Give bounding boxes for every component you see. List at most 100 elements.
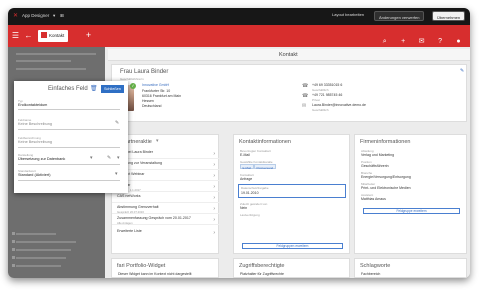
field-value[interactable]: Keine Beschreibung [18, 140, 52, 144]
chevron-right-icon: › [213, 230, 215, 236]
phone-business[interactable]: +49 69 33351015 6 [312, 83, 342, 87]
layout-edit-button[interactable]: Layout bearbeiten [332, 12, 364, 22]
contact-info-title: Kontaktinformationen [239, 139, 291, 145]
placeholder-line [16, 233, 56, 235]
check-badge-icon: ✓ [130, 83, 136, 89]
user-icon[interactable]: ● [453, 36, 464, 47]
access-text: Platzhalter für Zugriffsrechte [240, 272, 284, 276]
placeholder-line [16, 265, 61, 267]
inbox-icon[interactable]: ✉ [416, 36, 427, 47]
phone-business-label: Geschäftlich [312, 88, 329, 92]
field-label: Lastverfolgung [240, 213, 260, 217]
field-value: Nein [240, 206, 248, 210]
placeholder-line [16, 241, 76, 243]
chevron-right-icon: › [213, 195, 215, 201]
email-label: Geschäftlich [312, 108, 329, 112]
placeholder-line [16, 68, 86, 70]
add-tab-icon[interactable]: + [84, 31, 93, 40]
grid-icon[interactable]: ⊞ [60, 13, 64, 19]
list-bullet [12, 240, 15, 243]
expand-fieldgroups-button[interactable]: Feldgruppen erweitern [242, 243, 343, 249]
company-link[interactable]: Innovative GmbH [142, 83, 169, 87]
page-title-bar: Kontakt [108, 49, 470, 61]
expand-fieldgroup-button[interactable]: Feldgruppe erweitern [363, 208, 460, 214]
list-bullet [12, 256, 15, 259]
chevron-down-icon[interactable]: ▾ [115, 171, 118, 177]
apply-button[interactable]: Übernehmen [432, 11, 466, 21]
edit-icon[interactable]: ✎ [107, 155, 111, 161]
chevron-down-icon: ▾ [53, 13, 56, 18]
placeholder-line [16, 53, 96, 55]
list-item[interactable]: WebinarWebinar · 1.1.2017› [112, 182, 220, 192]
city: 60316 Frankfurt am Main [142, 94, 182, 98]
placeholder-line [16, 257, 66, 259]
back-arrow-icon[interactable]: ← [24, 31, 33, 40]
list-bullet [12, 232, 15, 235]
company-info-card: Firmeninformationen Abteilung Verlag und… [354, 134, 467, 254]
placeholder-line [16, 249, 71, 251]
channel-badge: E-Mail [240, 164, 254, 170]
chevron-down-icon[interactable]: ▾ [156, 138, 159, 144]
person-card: Frau Laura Binder Geschäftsführerin ✎ ✓ … [111, 64, 467, 122]
email[interactable]: Laura.Binder@innovative.demo.de [312, 103, 366, 107]
person-name: Frau Laura Binder [120, 69, 169, 75]
plus-icon[interactable]: + [398, 36, 409, 47]
field-value[interactable]: Keine Beschreibung [18, 122, 52, 126]
tab-kontakt[interactable]: Kontakt [38, 30, 69, 42]
field-value: 19.01.2010 [241, 191, 259, 195]
state: Hessen [142, 99, 154, 103]
popup-title: Einfaches Feld [48, 86, 88, 92]
phone-private[interactable]: +49 721 985745 46 [312, 93, 342, 97]
list-bullet [12, 248, 15, 251]
field-value: Matthias Amaus [361, 197, 386, 201]
list-item[interactable]: Konzept Webinar › [112, 171, 220, 181]
chevron-down-icon[interactable]: ▾ [90, 155, 93, 161]
chevron-right-icon: › [213, 162, 215, 168]
help-icon[interactable]: ? [435, 36, 446, 47]
tags-title: Schlagworte [360, 263, 391, 269]
list-item[interactable]: Einladung zur Veranstaltung › [112, 160, 220, 170]
phone-icon: ☎ [302, 83, 309, 89]
divider [18, 109, 120, 110]
list-item[interactable]: Anruf bei Laura Binder › [112, 149, 220, 159]
close-x-icon[interactable]: ✕ [13, 12, 18, 19]
portfolio-text: Dieser Widget kann im Kontext nicht darg… [118, 272, 192, 276]
company-info-title: Firmeninformationen [360, 139, 411, 145]
list-item[interactable]: Zusammenfassung Gespräch vom 20.01.2017 A… [112, 215, 220, 225]
field-value: Geschäftsführerin [361, 164, 389, 168]
tags-text: Fachbereich [361, 272, 381, 276]
field-value: Print- und Elektronische Medien [361, 186, 411, 190]
app-window: ✕ App Designer ▾ ⊞ Layout bearbeiten Änd… [8, 8, 470, 278]
search-icon[interactable]: ⌕ [379, 36, 390, 47]
chevron-right-icon: › [213, 151, 215, 157]
field-value: Energie/Versorgung/Entsorgung [361, 175, 411, 179]
menu-icon[interactable]: ☰ [11, 31, 20, 40]
edit-icon[interactable]: ✎ [115, 120, 119, 126]
trash-icon[interactable]: 🗑 [90, 85, 98, 92]
discard-changes-button[interactable]: Änderungen verwerfen [374, 11, 425, 21]
phone-icon: ☎ [302, 93, 309, 99]
field-properties-popup: Einfaches Feld 🗑 Schließen Typ Endkontak… [14, 81, 128, 193]
edit-icon[interactable]: ✎ [460, 68, 464, 74]
field-value[interactable]: Standard (Aktiviert) [18, 173, 51, 177]
portfolio-widget-card: fari Portfolio-Widget Dieser Widget kann… [111, 258, 219, 278]
access-title: Zugriffsberechtigte [239, 263, 285, 269]
country: Deutschland [142, 104, 162, 108]
list-item[interactable]: CAS netWorks › [112, 193, 220, 203]
contact-info-card: Kontaktinformationen Bevorzugter Kontakt… [233, 134, 350, 254]
list-item[interactable]: Abstimmung Grenzverhalt Gespräch 20.07.20… [112, 204, 220, 214]
list-item[interactable]: Erweiterte Liste › [112, 228, 220, 238]
close-popup-button[interactable]: Schließen [101, 85, 124, 93]
page-title: Kontakt [279, 52, 298, 58]
access-card: Zugriffsberechtigte Platzhalter für Zugr… [233, 258, 350, 278]
field-value: E-Mail [240, 153, 250, 157]
field-value[interactable]: Endkontakteidum [18, 103, 47, 107]
placeholder-line [16, 60, 71, 62]
divider [18, 164, 120, 165]
main-content: Kontakt Frau Laura Binder Geschäftsführe… [108, 47, 470, 278]
field-value[interactable]: Übersetzung zur Datenbank [18, 157, 65, 161]
list-bullet [12, 264, 15, 267]
chevron-down-icon[interactable]: ▾ [117, 155, 120, 161]
selected-field[interactable]: Datenschutzfreigabe 19.01.2010 [238, 184, 346, 198]
app-designer-menu[interactable]: App Designer [22, 13, 49, 18]
